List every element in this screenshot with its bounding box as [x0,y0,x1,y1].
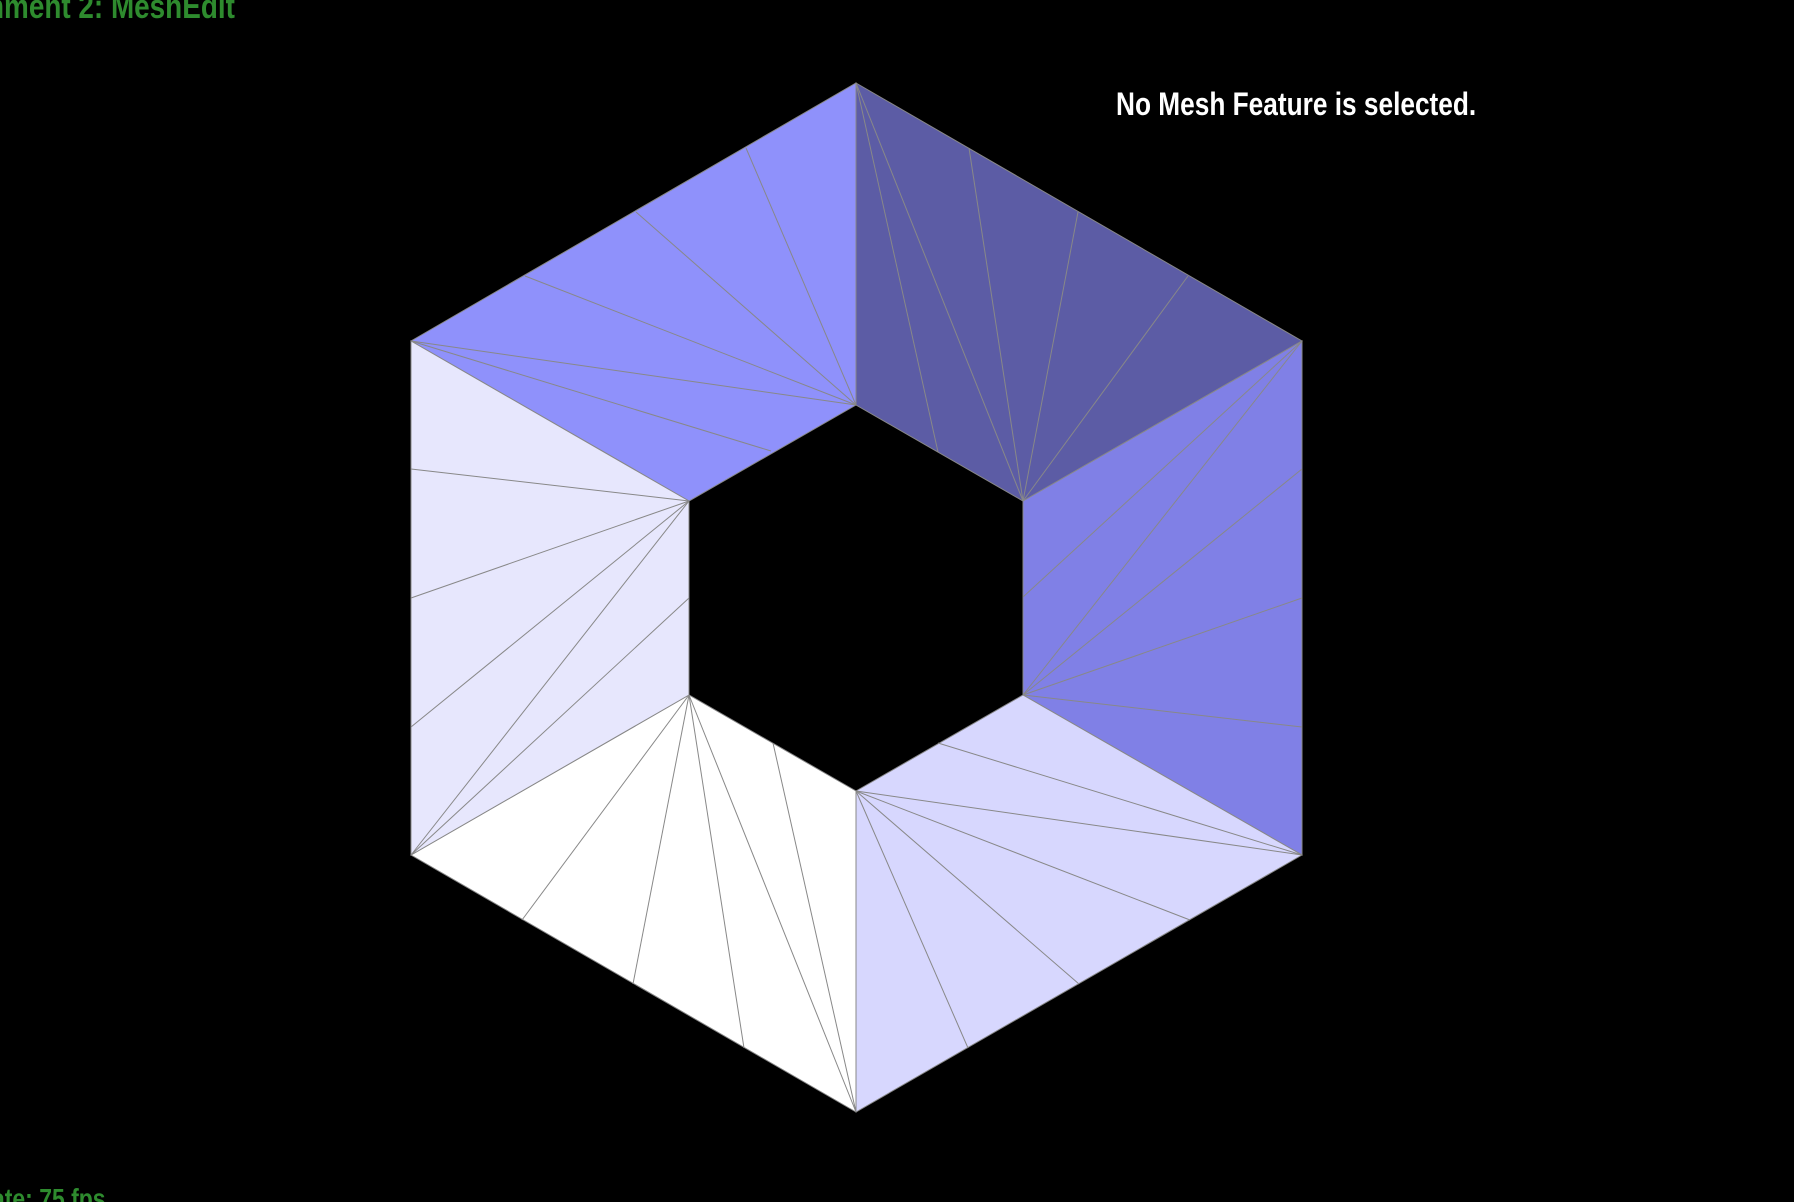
hexagonal-ring-mesh[interactable] [409,82,1304,1113]
selection-status-text: No Mesh Feature is selected. [1116,86,1477,122]
app-title: gnment 2: MeshEdit [0,0,235,26]
framerate-readout: ate: 75 fps [0,1183,106,1202]
mesh-viewport[interactable] [0,0,1794,1202]
app-window: gnment 2: MeshEdit No Mesh Feature is se… [0,0,1794,1202]
